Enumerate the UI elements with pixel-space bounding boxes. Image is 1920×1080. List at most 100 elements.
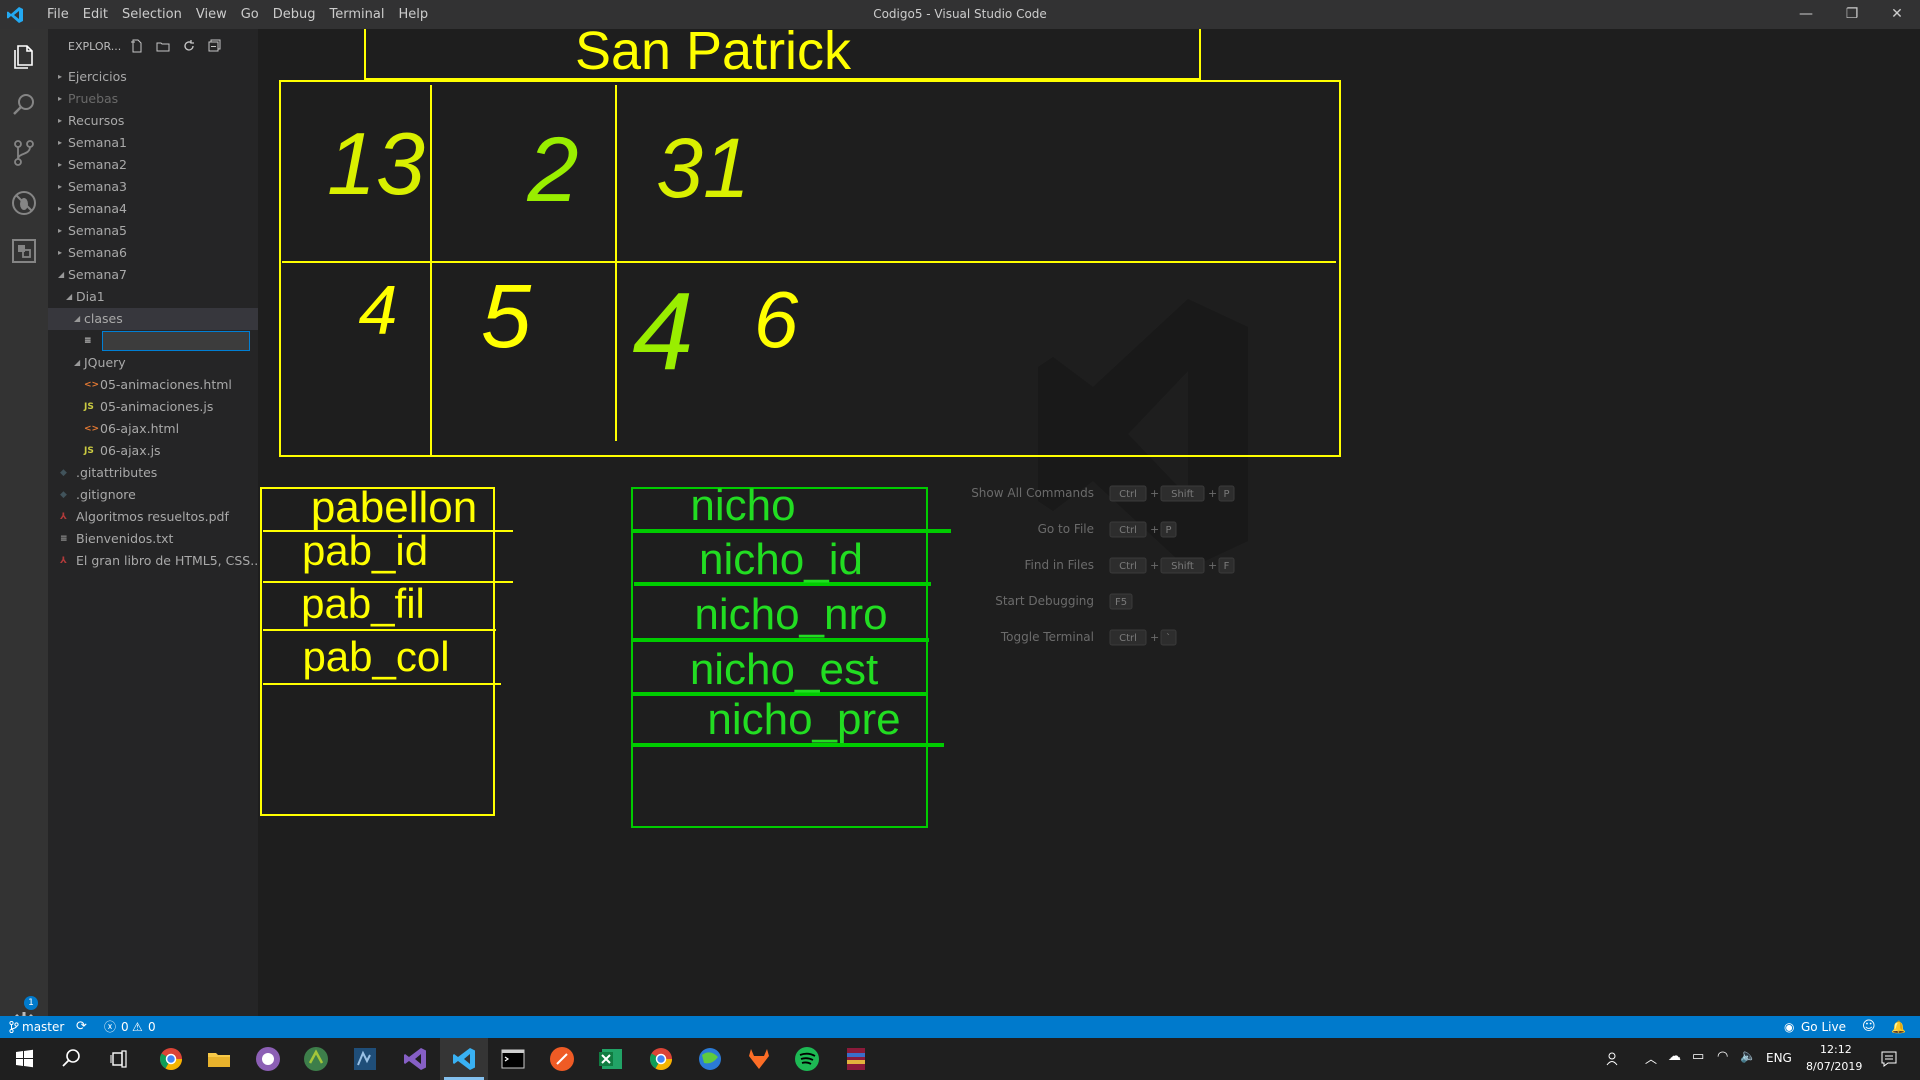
js-file-icon: JS	[84, 446, 94, 456]
sync-icon[interactable]: ⟳	[76, 1016, 87, 1038]
menu-debug[interactable]: Debug	[266, 0, 323, 29]
debug-icon[interactable]	[8, 187, 40, 219]
tree-folder-item[interactable]: ◢ Semana7	[48, 264, 258, 286]
tree-folder-item[interactable]: ▸ Semana6	[48, 242, 258, 264]
tree-item-label: Semana5	[68, 223, 127, 238]
tree-file-item[interactable]: ≡ Bienvenidos.txt	[48, 528, 258, 550]
menu-terminal[interactable]: Terminal	[323, 0, 392, 29]
watermark-key-plus: +	[1150, 559, 1159, 572]
broadcast-icon: ◉	[1784, 1020, 1795, 1034]
excel-icon[interactable]	[595, 1043, 627, 1075]
chevron-right-icon: ▸	[58, 138, 63, 147]
warning-count[interactable]: 0	[148, 1016, 156, 1038]
winrar-icon[interactable]	[840, 1043, 872, 1075]
tree-folder-item[interactable]: ▸ Recursos	[48, 110, 258, 132]
new-folder-icon[interactable]	[156, 39, 170, 53]
tree-folder-item[interactable]: ▸ Semana3	[48, 176, 258, 198]
close-button[interactable]: ✕	[1874, 0, 1920, 29]
language-indicator[interactable]: ENG	[1766, 1051, 1792, 1065]
postman-icon[interactable]	[546, 1043, 578, 1075]
action-center-icon[interactable]	[1880, 1050, 1898, 1068]
windows-start-icon[interactable]	[8, 1043, 40, 1075]
visual-studio-icon[interactable]	[399, 1043, 431, 1075]
feedback-smiley-icon[interactable]: ☺	[1862, 1016, 1876, 1038]
search-taskbar-icon[interactable]	[55, 1043, 87, 1075]
tree-folder-item[interactable]: ◢ Dia1	[48, 286, 258, 308]
tree-file-item[interactable]: JS 05-animaciones.js	[48, 396, 258, 418]
notifications-bell-icon[interactable]: 🔔	[1891, 1016, 1906, 1038]
chevron-right-icon: ▸	[58, 248, 63, 257]
task-view-icon[interactable]	[103, 1043, 135, 1075]
android-studio-icon[interactable]	[300, 1043, 332, 1075]
collapse-all-icon[interactable]	[208, 39, 222, 53]
explorer-icon[interactable]	[8, 39, 40, 71]
tree-folder-item[interactable]: ▸ Semana5	[48, 220, 258, 242]
menu-selection[interactable]: Selection	[115, 0, 189, 29]
branch-name[interactable]: master	[22, 1016, 64, 1038]
tree-folder-item[interactable]: ▸ Semana1	[48, 132, 258, 154]
minimize-button[interactable]: —	[1783, 0, 1829, 29]
warning-icon[interactable]: ⚠	[132, 1016, 143, 1038]
tree-folder-item[interactable]: ▸ Semana4	[48, 198, 258, 220]
chrome-2-icon[interactable]	[645, 1043, 677, 1075]
tree-file-item[interactable]: JS 06-ajax.js	[48, 440, 258, 462]
tree-folder-item[interactable]: ▸ Pruebas	[48, 88, 258, 110]
chrome-icon[interactable]	[155, 1043, 187, 1075]
tree-file-item[interactable]: <> 06-ajax.html	[48, 418, 258, 440]
tree-folder-item[interactable]: ▸ Ejercicios	[48, 66, 258, 88]
watermark-key-plus: +	[1150, 487, 1159, 500]
tray-chevron-up-icon[interactable]: ︿	[1645, 1050, 1657, 1067]
tree-folder-item[interactable]: ◢ clases	[48, 308, 258, 330]
tree-item-label: Pruebas	[68, 91, 119, 106]
tree-file-item[interactable]: ⅄ El gran libro de HTML5, CSS...	[48, 550, 262, 572]
extensions-icon[interactable]	[8, 235, 40, 267]
menu-go[interactable]: Go	[234, 0, 266, 29]
tree-file-item[interactable]: ⅄ Algoritmos resueltos.pdf	[48, 506, 258, 528]
menu-view[interactable]: View	[189, 0, 234, 29]
tree-file-item[interactable]: ◆ .gitignore	[48, 484, 258, 506]
search-icon[interactable]	[8, 89, 40, 121]
watermark-key-plus: +	[1208, 487, 1217, 500]
chevron-down-icon: ◢	[66, 292, 73, 301]
wifi-icon[interactable]: ◠	[1717, 1049, 1728, 1064]
mysql-workbench-icon[interactable]	[349, 1043, 381, 1075]
file-explorer-icon[interactable]	[203, 1043, 235, 1075]
restore-button[interactable]: ❐	[1829, 0, 1875, 29]
source-control-icon[interactable]	[8, 137, 40, 169]
new-file-name-input[interactable]: ≡	[48, 330, 258, 352]
explorer-title: EXPLOR...	[68, 40, 122, 53]
battery-icon[interactable]: ▭	[1692, 1049, 1704, 1064]
nicho-field: nicho_est	[690, 645, 878, 694]
globe-app-icon[interactable]	[694, 1043, 726, 1075]
txt-file-icon: ≡	[60, 534, 68, 544]
menu-edit[interactable]: Edit	[76, 0, 115, 29]
pabellon-field: pab_id	[302, 527, 428, 574]
watermark-key-text: F	[1224, 561, 1230, 572]
tree-item-label: Semana6	[68, 245, 127, 260]
gitlab-icon[interactable]	[743, 1043, 775, 1075]
tree-file-item[interactable]: <> 05-animaciones.html	[48, 374, 258, 396]
tree-file-item[interactable]: ◆ .gitattributes	[48, 462, 258, 484]
new-file-icon[interactable]	[130, 39, 144, 53]
tree-item-label: Recursos	[68, 113, 125, 128]
tree-folder-item[interactable]: ▸ Semana2	[48, 154, 258, 176]
spotify-icon[interactable]	[791, 1043, 823, 1075]
error-icon[interactable]: ⓧ	[104, 1016, 116, 1038]
pabellon-header: pabellon	[311, 483, 477, 532]
menu-help[interactable]: Help	[391, 0, 435, 29]
app-purple-icon[interactable]	[252, 1043, 284, 1075]
error-count[interactable]: 0	[121, 1016, 129, 1038]
clock-time[interactable]: 12:12	[1820, 1043, 1852, 1056]
go-live-button[interactable]: Go Live	[1801, 1016, 1846, 1038]
tree-folder-item[interactable]: ◢ JQuery	[48, 352, 258, 374]
menu-file[interactable]: File	[40, 0, 76, 29]
people-icon[interactable]	[1606, 1051, 1622, 1067]
onedrive-cloud-icon[interactable]: ☁	[1668, 1049, 1681, 1064]
tree-item-label: Semana7	[68, 267, 127, 282]
clock-date[interactable]: 8/07/2019	[1806, 1060, 1862, 1073]
refresh-icon[interactable]	[182, 39, 196, 53]
volume-icon[interactable]: 🔈	[1740, 1049, 1756, 1064]
rename-input-box[interactable]	[102, 331, 250, 351]
terminal-icon[interactable]	[497, 1043, 529, 1075]
watermark-key-text: Ctrl	[1119, 525, 1137, 536]
